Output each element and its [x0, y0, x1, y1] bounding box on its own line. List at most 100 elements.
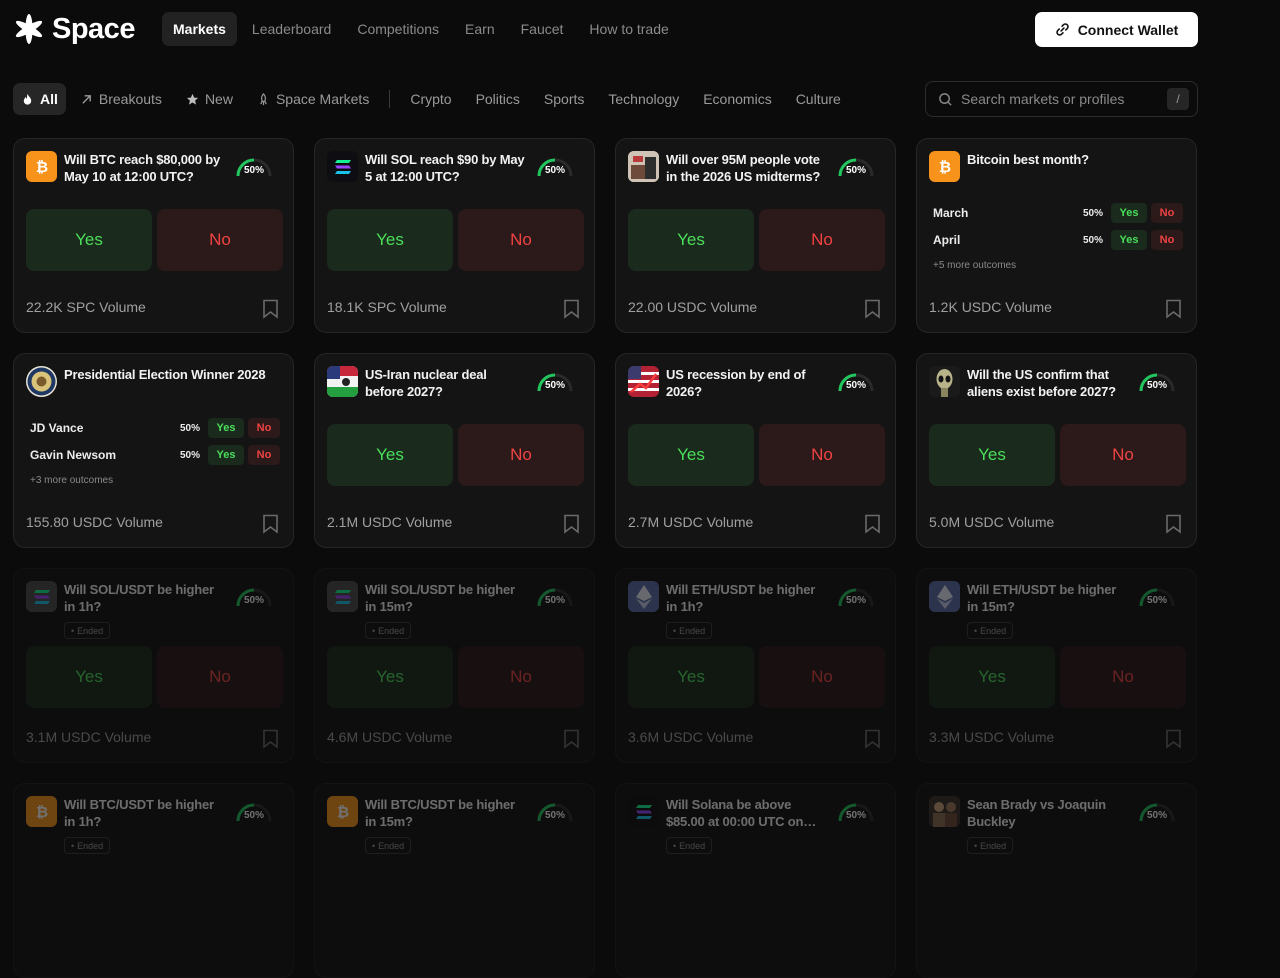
market-card-ended[interactable]: ₿ Will BTC/USDT be higher in 15m? • Ended… — [314, 783, 595, 978]
outcome-yes-button[interactable]: Yes — [208, 445, 244, 465]
market-title[interactable]: Will BTC reach $80,000 by May 10 at 12:0… — [64, 151, 224, 185]
yes-button[interactable]: Yes — [327, 646, 453, 708]
no-button[interactable]: No — [458, 209, 584, 271]
filter-all-label: All — [40, 91, 58, 107]
outcome-no-button[interactable]: No — [248, 418, 280, 438]
market-title[interactable]: Will the US confirm that aliens exist be… — [967, 366, 1127, 400]
outcome-no-button[interactable]: No — [248, 445, 280, 465]
market-title[interactable]: Will ETH/USDT be higher in 15m? — [967, 581, 1127, 615]
nav-markets[interactable]: Markets — [162, 12, 237, 46]
no-button[interactable]: No — [759, 424, 885, 486]
nav-competitions[interactable]: Competitions — [346, 12, 450, 46]
market-title[interactable]: Will SOL reach $90 by May 5 at 12:00 UTC… — [365, 151, 525, 185]
market-title[interactable]: Sean Brady vs Joaquin Buckley — [967, 796, 1127, 830]
no-button[interactable]: No — [759, 209, 885, 271]
outcome-row[interactable]: JD Vance 50% Yes No — [30, 417, 280, 439]
yes-button[interactable]: Yes — [327, 424, 453, 486]
market-title[interactable]: Will over 95M people vote in the 2026 US… — [666, 151, 826, 185]
bookmark-icon[interactable] — [1165, 299, 1182, 319]
market-title[interactable]: Presidential Election Winner 2028 — [64, 366, 289, 383]
topic-economics[interactable]: Economics — [693, 83, 781, 115]
market-card[interactable]: US recession by end of 2026? 50% Yes No … — [615, 353, 896, 548]
yes-button[interactable]: Yes — [929, 646, 1055, 708]
market-card-ended[interactable]: Will SOL/USDT be higher in 1h? • Ended 50… — [13, 568, 294, 763]
market-card[interactable]: ₿ Will BTC reach $80,000 by May 10 at 12… — [13, 138, 294, 333]
topic-crypto[interactable]: Crypto — [400, 83, 461, 115]
outcome-row[interactable]: March 50% Yes No — [933, 202, 1183, 224]
bookmark-icon[interactable] — [1165, 729, 1182, 749]
yes-button[interactable]: Yes — [628, 209, 754, 271]
bookmark-icon[interactable] — [262, 299, 279, 319]
bitcoin-icon: ₿ — [26, 796, 57, 827]
outcome-row[interactable]: Gavin Newsom 50% Yes No — [30, 444, 280, 466]
filter-space-markets[interactable]: Space Markets — [247, 83, 379, 115]
topic-sports[interactable]: Sports — [534, 83, 594, 115]
connect-wallet-button[interactable]: Connect Wallet — [1035, 12, 1198, 47]
outcome-no-button[interactable]: No — [1151, 203, 1183, 223]
outcome-yes-button[interactable]: Yes — [1111, 230, 1147, 250]
market-title[interactable]: Will BTC/USDT be higher in 15m? — [365, 796, 525, 830]
market-title[interactable]: Bitcoin best month? — [967, 151, 1192, 168]
market-title[interactable]: Will ETH/USDT be higher in 1h? — [666, 581, 826, 615]
market-card[interactable]: Will over 95M people vote in the 2026 US… — [615, 138, 896, 333]
bookmark-icon[interactable] — [864, 729, 881, 749]
outcome-yes-button[interactable]: Yes — [1111, 203, 1147, 223]
nav-leaderboard[interactable]: Leaderboard — [241, 12, 342, 46]
market-title[interactable]: Will SOL/USDT be higher in 15m? — [365, 581, 525, 615]
bookmark-icon[interactable] — [864, 299, 881, 319]
no-button[interactable]: No — [157, 209, 283, 271]
logo[interactable]: Space — [12, 12, 135, 46]
market-title[interactable]: Will SOL/USDT be higher in 1h? — [64, 581, 224, 615]
market-card-ended[interactable]: Will ETH/USDT be higher in 1h? • Ended 50… — [615, 568, 896, 763]
bookmark-icon[interactable] — [1165, 514, 1182, 534]
topic-technology[interactable]: Technology — [598, 83, 689, 115]
yes-button[interactable]: Yes — [628, 424, 754, 486]
bookmark-icon[interactable] — [262, 729, 279, 749]
yes-button[interactable]: Yes — [628, 646, 754, 708]
bookmark-icon[interactable] — [563, 299, 580, 319]
yes-button[interactable]: Yes — [26, 209, 152, 271]
market-card-ended[interactable]: Will ETH/USDT be higher in 15m? • Ended 5… — [916, 568, 1197, 763]
market-title[interactable]: US recession by end of 2026? — [666, 366, 826, 400]
bookmark-icon[interactable] — [864, 514, 881, 534]
market-card-ended[interactable]: Sean Brady vs Joaquin Buckley • Ended 50% — [916, 783, 1197, 978]
more-outcomes-link[interactable]: +3 more outcomes — [30, 475, 113, 486]
market-card[interactable]: Will the US confirm that aliens exist be… — [916, 353, 1197, 548]
no-button[interactable]: No — [458, 646, 584, 708]
market-card-ended[interactable]: Will SOL/USDT be higher in 15m? • Ended 5… — [314, 568, 595, 763]
search-input[interactable] — [961, 91, 1159, 107]
market-card-ended[interactable]: Will Solana be above $85.00 at 00:00 UTC… — [615, 783, 896, 978]
no-button[interactable]: No — [1060, 646, 1186, 708]
bookmark-icon[interactable] — [563, 729, 580, 749]
no-button[interactable]: No — [759, 646, 885, 708]
filter-all[interactable]: All — [13, 83, 66, 115]
no-button[interactable]: No — [157, 646, 283, 708]
topic-culture[interactable]: Culture — [786, 83, 851, 115]
outcome-row[interactable]: April 50% Yes No — [933, 229, 1183, 251]
bookmark-icon[interactable] — [563, 514, 580, 534]
nav-how-to-trade[interactable]: How to trade — [578, 12, 679, 46]
market-card[interactable]: Will SOL reach $90 by May 5 at 12:00 UTC… — [314, 138, 595, 333]
yes-button[interactable]: Yes — [327, 209, 453, 271]
nav-earn[interactable]: Earn — [454, 12, 506, 46]
outcome-yes-button[interactable]: Yes — [208, 418, 244, 438]
nav-faucet[interactable]: Faucet — [510, 12, 575, 46]
filter-new-label: New — [204, 91, 233, 107]
bookmark-icon[interactable] — [262, 514, 279, 534]
outcome-no-button[interactable]: No — [1151, 230, 1183, 250]
market-card[interactable]: Presidential Election Winner 2028 JD Van… — [13, 353, 294, 548]
yes-button[interactable]: Yes — [929, 424, 1055, 486]
market-card[interactable]: US-Iran nuclear deal before 2027? 50% Ye… — [314, 353, 595, 548]
no-button[interactable]: No — [458, 424, 584, 486]
market-title[interactable]: US-Iran nuclear deal before 2027? — [365, 366, 525, 400]
no-button[interactable]: No — [1060, 424, 1186, 486]
market-card-ended[interactable]: ₿ Will BTC/USDT be higher in 1h? • Ended … — [13, 783, 294, 978]
filter-new[interactable]: New — [176, 83, 243, 115]
yes-button[interactable]: Yes — [26, 646, 152, 708]
more-outcomes-link[interactable]: +5 more outcomes — [933, 260, 1016, 271]
filter-breakouts[interactable]: Breakouts — [70, 83, 172, 115]
market-title[interactable]: Will Solana be above $85.00 at 00:00 UTC… — [666, 796, 826, 830]
market-title[interactable]: Will BTC/USDT be higher in 1h? — [64, 796, 224, 830]
topic-politics[interactable]: Politics — [466, 83, 530, 115]
market-card[interactable]: ₿ Bitcoin best month? March 50% Yes No A… — [916, 138, 1197, 333]
